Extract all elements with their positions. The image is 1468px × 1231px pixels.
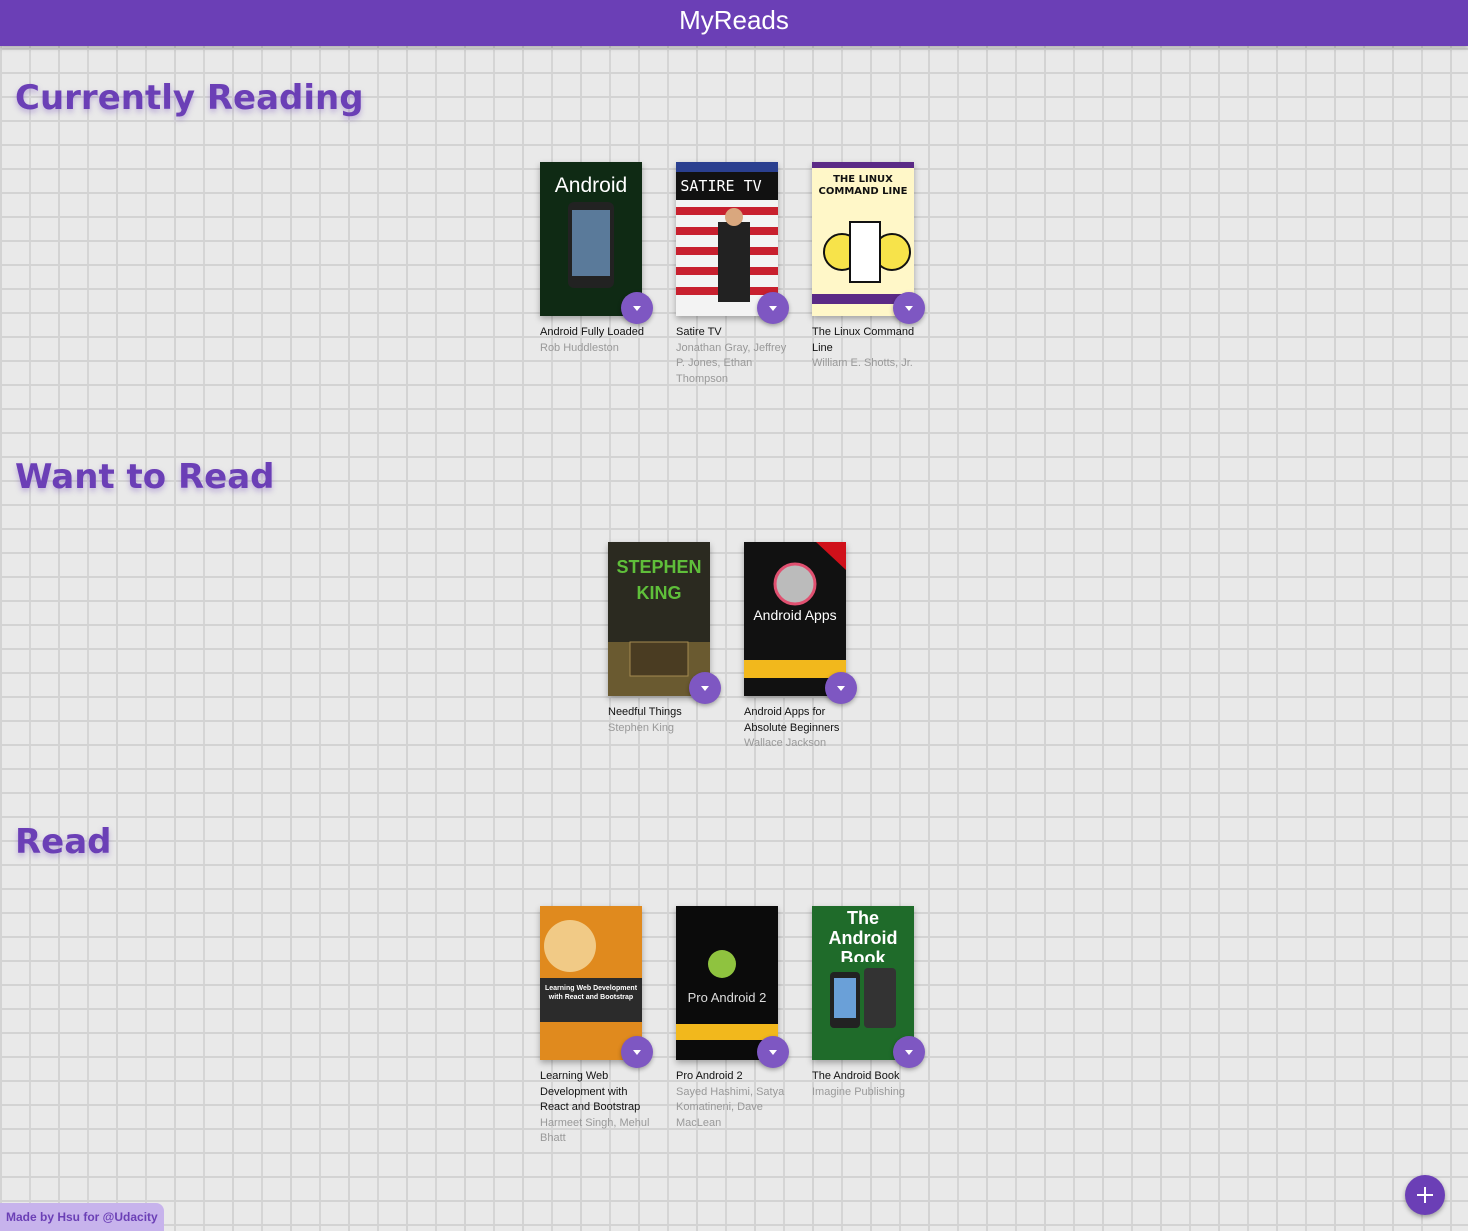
book-title: Pro Android 2 [676, 1070, 743, 1082]
add-book-button[interactable] [1405, 1175, 1445, 1215]
book-info: Learning Web Development with React and … [540, 1069, 658, 1147]
cover-text: Learning Web Development with React and … [544, 985, 638, 1001]
footer-credit: Made by Hsu for @Udacity [0, 1203, 164, 1231]
cover-text: THE LINUX COMMAND LINE [818, 174, 908, 197]
book-cover[interactable]: SATIRE TV [676, 162, 778, 316]
cover-text: The Android Book [828, 908, 898, 962]
shelf-changer-button[interactable] [621, 1036, 653, 1068]
book-info: The Android Book Imagine Publishing [812, 1069, 930, 1100]
book-cover[interactable]: THE LINUX COMMAND LINE [812, 162, 914, 316]
book-authors: Wallace Jackson [744, 737, 827, 749]
shelf-changer-button[interactable] [689, 672, 721, 704]
book-authors: Harmeet Singh, Mehul Bhatt [540, 1116, 650, 1145]
book-title: Learning Web Development with React and … [540, 1070, 641, 1113]
book-cover[interactable]: Learning Web Development with React and … [540, 906, 642, 1060]
book-authors: Sayed Hashimi, Satya Komatineni, Dave Ma… [676, 1085, 785, 1129]
cover-text: STEPHEN KING [616, 557, 702, 603]
book-cover[interactable]: Pro Android 2 [676, 906, 778, 1060]
shelf-title-read: Read [15, 822, 112, 862]
book-cover[interactable]: Android [540, 162, 642, 316]
book-info: Android Apps for Absolute Beginners Wall… [744, 705, 862, 752]
book-authors: William E. Shotts, Jr. [812, 357, 913, 369]
book-title: Needful Things [608, 706, 682, 718]
shelf-changer-button[interactable] [893, 1036, 925, 1068]
book-authors: Jonathan Gray, Jeffrey P. Jones, Ethan T… [676, 341, 787, 385]
cover-text: Android [555, 174, 627, 197]
book-title: Android Fully Loaded [540, 326, 644, 338]
book-cover[interactable]: STEPHEN KING [608, 542, 710, 696]
shelf-changer-button[interactable] [757, 292, 789, 324]
book-title: The Android Book [812, 1070, 900, 1082]
cover-text: Android Apps [753, 607, 836, 623]
book-info: The Linux Command Line William E. Shotts… [812, 325, 930, 372]
top-bar: MyReads [0, 0, 1468, 46]
book-info: Pro Android 2 Sayed Hashimi, Satya Komat… [676, 1069, 794, 1131]
cover-text: SATIRE TV [680, 177, 761, 195]
book-authors: Stephen King [608, 721, 675, 734]
book-info: Satire TV Jonathan Gray, Jeffrey P. Jone… [676, 325, 794, 387]
shelf-changer-button[interactable] [621, 292, 653, 324]
shelf-changer-button[interactable] [893, 292, 925, 324]
book-cover[interactable]: The Android Book [812, 906, 914, 1060]
book-title: Android Apps for Absolute Beginners [744, 706, 840, 734]
shelf-title-want-to-read: Want to Read [15, 457, 275, 497]
shelf-changer-button[interactable] [825, 672, 857, 704]
book-authors: Rob Huddleston [540, 341, 619, 354]
book-cover[interactable]: Android Apps [744, 542, 846, 696]
app-title: MyReads [679, 5, 789, 35]
book-title: The Linux Command Line [812, 326, 915, 354]
book-info: Android Fully Loaded Rob Huddleston [540, 325, 658, 356]
shelf-title-currently-reading: Currently Reading [15, 78, 364, 118]
book-info: Needful Things Stephen King [608, 705, 726, 736]
book-title: Satire TV [676, 326, 722, 338]
cover-text: Pro Android 2 [688, 990, 767, 1005]
book-authors: Imagine Publishing [812, 1085, 905, 1098]
shelf-changer-button[interactable] [757, 1036, 789, 1068]
